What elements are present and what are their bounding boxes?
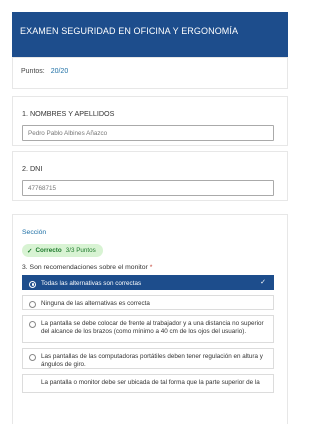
question-label: 2. DNI — [22, 164, 43, 173]
score-value: 20/20 — [50, 68, 69, 75]
dni-field[interactable]: 47768715 — [22, 180, 274, 196]
section-card: Sección ✓ Correcto 3/3 Puntos 3. Son rec… — [12, 214, 288, 424]
option-monitor-position[interactable]: La pantalla o monitor debe ser ubicada d… — [22, 373, 274, 393]
names-field[interactable]: Pedro Pablo Albines Añazco — [22, 125, 274, 141]
option-label: Las pantallas de las computadoras portát… — [41, 352, 263, 369]
checkmark-icon: ✓ — [260, 278, 266, 286]
option-label: Todas las alternativas son correctas — [41, 279, 142, 287]
badge-points: 3/3 Puntos — [65, 247, 96, 254]
option-label: Ninguna de las alternativas es correcta — [41, 299, 150, 307]
question-dni: 2. DNI 47768715 — [12, 151, 288, 201]
option-label: La pantalla o monitor debe ser ubicada d… — [41, 378, 260, 386]
radio-icon — [29, 300, 36, 308]
option-none-correct[interactable]: Ninguna de las alternativas es correcta — [22, 294, 274, 310]
section-title: Sección — [22, 229, 47, 236]
question-label: 1. NOMBRES Y APELLIDOS — [22, 109, 115, 118]
question-label: 3. Son recomendaciones sobre el monitor … — [22, 264, 278, 271]
radio-selected-icon — [29, 280, 36, 288]
correct-badge: ✓ Correcto 3/3 Puntos — [22, 244, 103, 257]
question-text: 3. Son recomendaciones sobre el monitor — [22, 263, 148, 271]
badge-status: Correcto — [35, 247, 62, 254]
radio-icon — [29, 353, 36, 361]
option-all-correct[interactable]: Todas las alternativas son correctas ✓ — [22, 274, 274, 290]
question-names: 1. NOMBRES Y APELLIDOS Pedro Pablo Albin… — [12, 96, 288, 146]
option-laptop-screens[interactable]: Las pantallas de las computadoras portát… — [22, 347, 274, 369]
required-mark: * — [149, 263, 153, 271]
form-title: EXAMEN SEGURIDAD EN OFICINA Y ERGONOMÍA — [20, 26, 239, 36]
radio-icon — [29, 320, 36, 328]
option-label: La pantalla se debe colocar de frente al… — [41, 319, 264, 336]
score-label: Puntos: — [21, 68, 45, 75]
form-header: EXAMEN SEGURIDAD EN OFICINA Y ERGONOMÍA — [12, 12, 288, 57]
check-icon: ✓ — [27, 247, 33, 255]
option-screen-distance[interactable]: La pantalla se debe colocar de frente al… — [22, 314, 274, 343]
score-card: Puntos: 20/20 — [12, 57, 288, 89]
